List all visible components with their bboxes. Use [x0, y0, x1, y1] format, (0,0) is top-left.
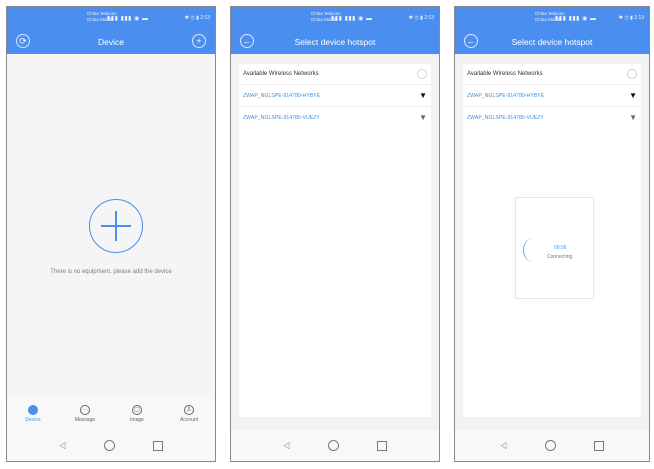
home-icon[interactable] — [544, 440, 556, 451]
status-bar: China Telecom China Mobile ▮▮▮ ▮▮▮ ◉ ▬ ✱ … — [7, 7, 215, 30]
back-icon[interactable]: ◁ — [60, 440, 66, 451]
header-bar: ← Select device hotspot — [455, 30, 649, 54]
home-icon[interactable] — [327, 440, 339, 451]
phone-connecting-screen: China Telecom China Mobile ▮▮▮ ▮▮▮ ◉ ▬ ✱ … — [454, 6, 650, 462]
network-ssid: ZWAP_NGLSPE-914780-HYBYE — [243, 92, 321, 99]
wifi-strong-icon: ▼ — [419, 90, 427, 100]
refresh-icon[interactable]: ⟳ — [16, 34, 30, 48]
add-device-button[interactable] — [89, 199, 143, 253]
wifi-list-panel: Available Wireless Networks ZWAP_NGLSPE-… — [239, 64, 431, 417]
status-right: ✱ ◷ ▮ 2:13 — [184, 15, 210, 21]
wifi-list-header: Available Wireless Networks — [239, 64, 431, 84]
image-icon: ▢ — [132, 405, 142, 415]
network-row[interactable]: ZWAP_NGLSPE-914780-VUEZY ▼ — [463, 106, 641, 128]
network-row[interactable]: ZWAP_NGLSPE-914780-VUEZY ▼ — [239, 106, 431, 128]
wifi-heading: Available Wireless Networks — [467, 71, 543, 77]
signal-icons: ▮▮▮ ▮▮▮ ◉ ▬ — [107, 16, 149, 22]
back-icon[interactable]: ◁ — [501, 440, 507, 451]
tab-account[interactable]: ♙ Account — [170, 405, 208, 423]
tab-label: Device — [25, 417, 41, 423]
status-right: ✱ ◷ ▮ 2:13 — [408, 15, 434, 21]
signal-icons: ▮▮▮ ▮▮▮ ◉ ▬ — [555, 16, 597, 22]
network-ssid: ZWAP_NGLSPE-914780-VUEZY — [467, 114, 544, 121]
wifi-list-header: Available Wireless Networks — [463, 64, 641, 84]
network-row[interactable]: ZWAP_NGLSPE-914780-HYBYE ▼ — [463, 84, 641, 106]
recent-apps-icon[interactable] — [376, 440, 387, 451]
account-icon: ♙ — [184, 405, 194, 415]
loading-time: 00:06 — [554, 245, 567, 251]
refresh-icon[interactable] — [627, 69, 637, 79]
wifi-heading: Available Wireless Networks — [243, 71, 319, 77]
system-nav: ◁ — [455, 430, 649, 461]
status-right: ✱ ◷ ▮ 2:13 — [618, 15, 644, 21]
message-icon: ··· — [80, 405, 90, 415]
tab-image[interactable]: ▢ Image — [118, 405, 156, 423]
tab-label: Image — [130, 417, 144, 423]
connecting-dialog: 00:06 Connecting — [515, 197, 594, 299]
recent-apps-icon[interactable] — [593, 440, 604, 451]
system-nav: ◁ — [7, 430, 215, 461]
status-bar: China Telecom China Mobile ▮▮▮ ▮▮▮ ◉ ▬ ✱ … — [231, 7, 439, 30]
network-ssid: ZWAP_NGLSPE-914780-HYBYE — [467, 92, 545, 99]
signal-icons: ▮▮▮ ▮▮▮ ◉ ▬ — [331, 16, 373, 22]
wifi-strong-icon: ▼ — [629, 90, 637, 100]
tab-device[interactable]: Device — [14, 405, 52, 423]
recent-apps-icon[interactable] — [152, 440, 163, 451]
tab-label: Account — [179, 417, 199, 423]
network-row[interactable]: ZWAP_NGLSPE-914780-HYBYE ▼ — [239, 84, 431, 106]
phone-hotspot-screen: China Telecom China Mobile ▮▮▮ ▮▮▮ ◉ ▬ ✱ … — [230, 6, 440, 462]
tab-label: Message — [74, 417, 96, 423]
home-icon[interactable] — [103, 440, 115, 451]
refresh-icon[interactable] — [417, 69, 427, 79]
page-title: Select device hotspot — [511, 37, 593, 47]
phone-device-screen: China Telecom China Mobile ▮▮▮ ▮▮▮ ◉ ▬ ✱ … — [6, 6, 216, 462]
device-icon — [28, 405, 38, 415]
system-nav: ◁ — [231, 430, 439, 461]
status-bar: China Telecom China Mobile ▮▮▮ ▮▮▮ ◉ ▬ ✱ … — [455, 7, 649, 30]
tab-message[interactable]: ··· Message — [66, 405, 104, 423]
empty-message: There is no equipment, please add the de… — [50, 269, 172, 275]
device-content: There is no equipment, please add the de… — [7, 54, 215, 427]
loading-text: Connecting — [547, 254, 573, 260]
network-ssid: ZWAP_NGLSPE-914780-VUEZY — [243, 114, 320, 121]
loading-spinner-icon — [523, 238, 543, 262]
wifi-medium-icon: ▼ — [629, 112, 637, 122]
back-arrow-icon[interactable]: ← — [464, 34, 478, 48]
page-title: Device — [98, 37, 124, 47]
header-bar: ⟳ Device + — [7, 30, 215, 54]
back-arrow-icon[interactable]: ← — [240, 34, 254, 48]
header-bar: ← Select device hotspot — [231, 30, 439, 54]
page-title: Select device hotspot — [294, 37, 376, 47]
tab-bar: Device ··· Message ▢ Image ♙ Account — [7, 398, 215, 430]
add-icon[interactable]: + — [192, 34, 206, 48]
wifi-medium-icon: ▼ — [419, 112, 427, 122]
back-icon[interactable]: ◁ — [284, 440, 290, 451]
